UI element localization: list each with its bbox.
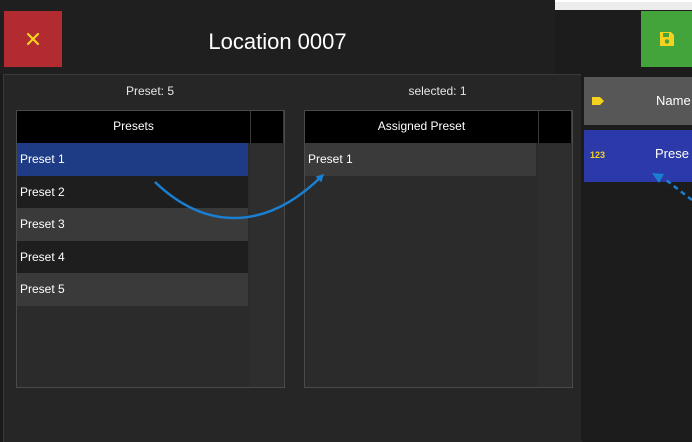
assign-arrow <box>154 173 325 220</box>
dashed-arrow <box>665 179 692 201</box>
arrows-overlay <box>154 173 692 220</box>
dashed-arrow-head <box>652 173 664 183</box>
